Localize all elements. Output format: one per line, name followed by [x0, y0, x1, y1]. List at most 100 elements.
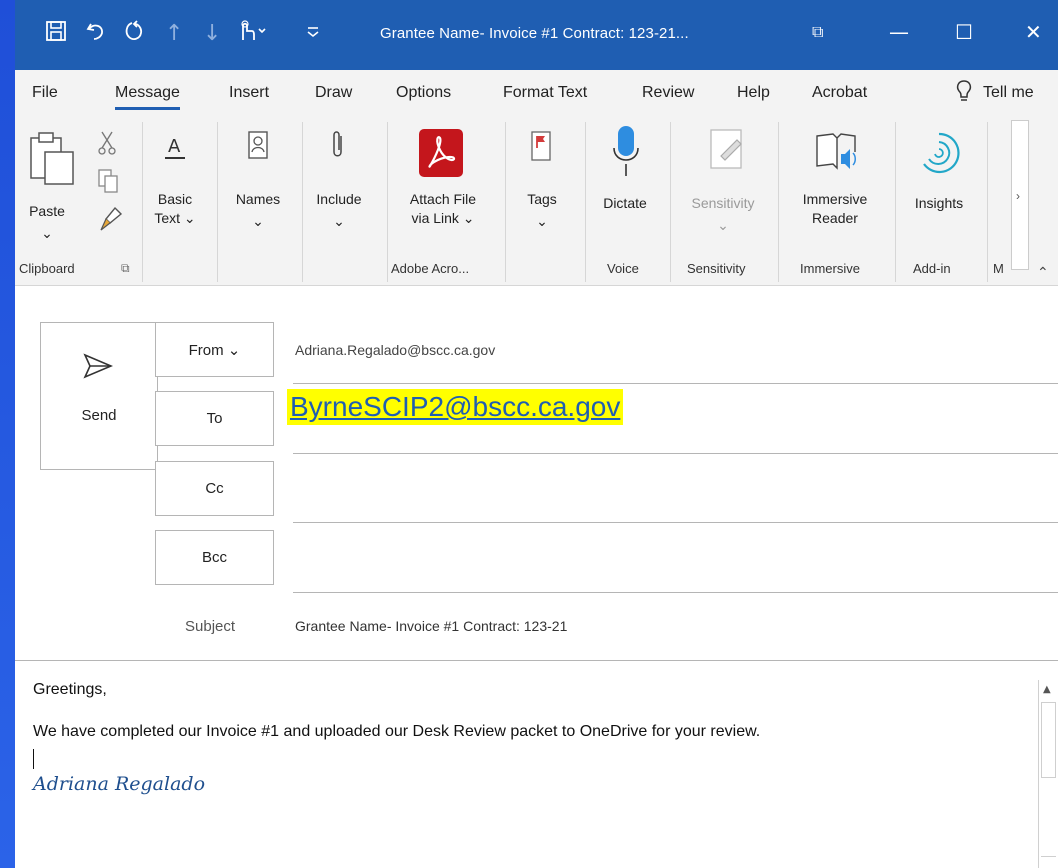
subject-label: Subject	[185, 618, 236, 635]
tab-draw[interactable]: Draw	[315, 83, 352, 103]
tab-acrobat[interactable]: Acrobat	[812, 83, 867, 103]
collapse-ribbon-icon[interactable]: ⌃	[1037, 264, 1049, 281]
bcc-button[interactable]: Bcc	[155, 530, 274, 585]
message-text: We have completed our Invoice #1 and upl…	[33, 723, 761, 740]
sensitivity-group-label: Sensitivity	[687, 261, 746, 276]
dictate-button[interactable]: Dictate	[590, 194, 660, 213]
lightbulb-icon	[955, 79, 973, 109]
copy-icon[interactable]	[97, 168, 119, 197]
tab-message[interactable]: Message	[115, 83, 180, 110]
from-button[interactable]: From ⌄	[155, 322, 274, 377]
ribbon-separator	[987, 122, 988, 282]
bcc-field-line	[293, 592, 1058, 593]
customize-icon[interactable]	[305, 20, 321, 49]
adobe-group-label: Adobe Acro...	[391, 261, 470, 276]
cc-button[interactable]: Cc	[155, 461, 274, 516]
scrollbar-thumb[interactable]	[1041, 702, 1056, 778]
ribbon-separator	[778, 122, 779, 282]
redo-icon[interactable]	[123, 20, 145, 50]
ribbon: Paste ⌄ Clipboard ⧉ A Basic Text ⌄ Names…	[15, 114, 1058, 286]
flag-icon[interactable]	[530, 130, 552, 165]
down-arrow-icon: ↓	[203, 21, 222, 46]
scrollbar-track-end	[1041, 856, 1056, 868]
body-scrollbar[interactable]: ▲	[1038, 680, 1058, 868]
window-title: Grantee Name- Invoice #1 Contract: 123-2…	[380, 25, 689, 42]
paste-dropdown-icon[interactable]: ⌄	[23, 224, 71, 243]
save-icon[interactable]	[45, 20, 67, 50]
greeting-text: Greetings,	[33, 681, 107, 698]
chevron-right-icon: ›	[1016, 189, 1020, 203]
text-cursor	[33, 749, 34, 769]
tab-tell-me[interactable]: Tell me	[983, 83, 1034, 103]
ribbon-separator	[217, 122, 218, 282]
ribbon-separator	[895, 122, 896, 282]
ribbon-separator	[387, 122, 388, 282]
minimize-button[interactable]: —	[889, 18, 909, 46]
message-body[interactable]: Greetings, We have completed our Invoice…	[15, 660, 1058, 868]
tab-help[interactable]: Help	[737, 83, 770, 103]
ribbon-separator	[670, 122, 671, 282]
ribbon-separator	[302, 122, 303, 282]
paste-icon[interactable]	[29, 130, 77, 189]
up-arrow-icon: ↑	[165, 21, 184, 46]
sensitivity-dropdown-icon: ⌄	[717, 217, 729, 233]
ribbon-separator	[505, 122, 506, 282]
maximize-button[interactable]: ☐	[955, 18, 973, 46]
sensitivity-button: Sensitivity	[691, 195, 755, 211]
ribbon-display-icon[interactable]: ⧉	[812, 18, 823, 46]
include-dropdown-icon[interactable]: ⌄	[307, 212, 371, 231]
to-field-line	[293, 453, 1058, 454]
attach-file-via-link-button[interactable]: Attach File via Link ⌄	[393, 190, 493, 228]
send-icon	[83, 353, 114, 383]
ribbon-separator	[142, 122, 143, 282]
menu-tabs: File Message Insert Draw Options Format …	[15, 70, 1058, 114]
include-button[interactable]: Include	[307, 190, 371, 209]
adobe-acrobat-icon[interactable]	[418, 128, 464, 181]
names-button[interactable]: Names	[227, 190, 289, 209]
tab-insert[interactable]: Insert	[229, 83, 269, 103]
my-group-label: M	[993, 261, 1004, 276]
outlook-compose-window: ↑ ↓ Grantee Name- Invoice #1 Contract: 1…	[15, 0, 1058, 868]
format-painter-icon[interactable]	[97, 206, 123, 235]
sensitivity-icon	[707, 126, 747, 175]
scroll-up-icon[interactable]: ▲	[1043, 684, 1051, 695]
names-dropdown-icon[interactable]: ⌄	[227, 212, 289, 231]
ribbon-separator	[585, 122, 586, 282]
from-address: Adriana.Regalado@bscc.ca.gov	[295, 342, 496, 358]
clipboard-group-label: Clipboard	[19, 261, 75, 276]
tags-dropdown-icon[interactable]: ⌄	[515, 212, 569, 231]
tab-review[interactable]: Review	[642, 83, 694, 103]
voice-group-label: Voice	[607, 261, 639, 276]
tab-format-text[interactable]: Format Text	[503, 83, 587, 103]
insights-icon[interactable]	[916, 130, 962, 179]
send-button[interactable]: Send	[40, 322, 158, 470]
clipboard-launcher-icon[interactable]: ⧉	[121, 261, 130, 276]
undo-icon[interactable]	[85, 20, 107, 50]
immersive-reader-button[interactable]: Immersive Reader	[785, 190, 885, 228]
immersive-reader-icon[interactable]	[815, 128, 859, 177]
signature: Adriana Regalado	[33, 773, 206, 795]
basic-text-button[interactable]: Basic Text ⌄	[147, 190, 203, 228]
to-button[interactable]: To	[155, 391, 274, 446]
from-underline	[293, 383, 1058, 384]
to-recipient[interactable]: ByrneSCIP2@bscc.ca.gov	[287, 389, 624, 425]
close-button[interactable]: ✕	[1025, 18, 1042, 46]
paperclip-icon[interactable]	[329, 130, 347, 163]
cc-field-line	[293, 522, 1058, 523]
touch-mode-icon[interactable]	[235, 20, 269, 50]
tab-file[interactable]: File	[32, 83, 58, 103]
addin-group-label: Add-in	[913, 261, 951, 276]
paste-button[interactable]: Paste	[23, 202, 71, 221]
tab-options[interactable]: Options	[396, 83, 451, 103]
svg-text:A: A	[168, 136, 181, 157]
title-bar: ↑ ↓ Grantee Name- Invoice #1 Contract: 1…	[15, 0, 1058, 70]
send-label: Send	[81, 407, 117, 424]
subject-input[interactable]: Grantee Name- Invoice #1 Contract: 123-2…	[295, 618, 567, 634]
tags-button[interactable]: Tags	[515, 190, 569, 209]
microphone-icon[interactable]	[611, 124, 641, 183]
insights-button[interactable]: Insights	[901, 194, 977, 213]
ribbon-scroll-right-button[interactable]: ›	[1011, 120, 1029, 270]
basic-text-icon[interactable]: A	[162, 130, 188, 167]
address-book-icon[interactable]	[247, 130, 269, 163]
cut-icon[interactable]	[97, 130, 117, 159]
